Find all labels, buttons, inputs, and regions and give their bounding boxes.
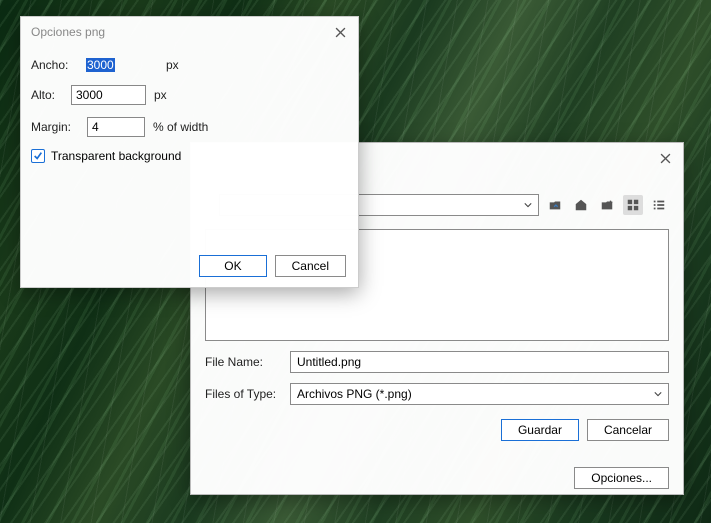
filetype-value: Archivos PNG (*.png) xyxy=(297,387,412,401)
options-titlebar: Opciones png xyxy=(21,17,358,47)
options-button[interactable]: Opciones... xyxy=(574,467,669,489)
transparent-label: Transparent background xyxy=(51,149,181,163)
up-folder-icon[interactable] xyxy=(545,195,565,215)
ancho-input[interactable]: 3000 xyxy=(83,57,158,73)
ancho-value: 3000 xyxy=(86,58,115,72)
new-folder-icon[interactable] xyxy=(597,195,617,215)
chevron-down-icon xyxy=(654,387,662,401)
options-title: Opciones png xyxy=(31,25,105,39)
transparent-checkbox[interactable] xyxy=(31,149,45,163)
filename-label: File Name: xyxy=(205,355,290,369)
ancho-label: Ancho: xyxy=(31,58,83,72)
alto-label: Alto: xyxy=(31,88,71,102)
home-icon[interactable] xyxy=(571,195,591,215)
png-options-dialog: Opciones png Ancho: 3000 px Alto: px Mar… xyxy=(20,16,359,288)
margin-label: Margin: xyxy=(31,120,83,134)
close-icon[interactable] xyxy=(332,24,348,40)
margin-input[interactable] xyxy=(87,117,145,137)
ok-button[interactable]: OK xyxy=(199,255,266,277)
margin-unit: % of width xyxy=(153,120,208,134)
ancho-unit: px xyxy=(166,58,179,72)
filetype-label: Files of Type: xyxy=(205,387,290,401)
grid-view-icon[interactable] xyxy=(623,195,643,215)
options-cancel-button[interactable]: Cancel xyxy=(275,255,346,277)
alto-input[interactable] xyxy=(71,85,146,105)
cancel-button[interactable]: Cancelar xyxy=(587,419,669,441)
alto-unit: px xyxy=(154,88,167,102)
filename-input[interactable]: Untitled.png xyxy=(290,351,669,373)
close-icon[interactable] xyxy=(657,150,673,166)
filetype-select[interactable]: Archivos PNG (*.png) xyxy=(290,383,669,405)
save-button[interactable]: Guardar xyxy=(501,419,579,441)
list-view-icon[interactable] xyxy=(649,195,669,215)
chevron-down-icon xyxy=(524,198,532,212)
